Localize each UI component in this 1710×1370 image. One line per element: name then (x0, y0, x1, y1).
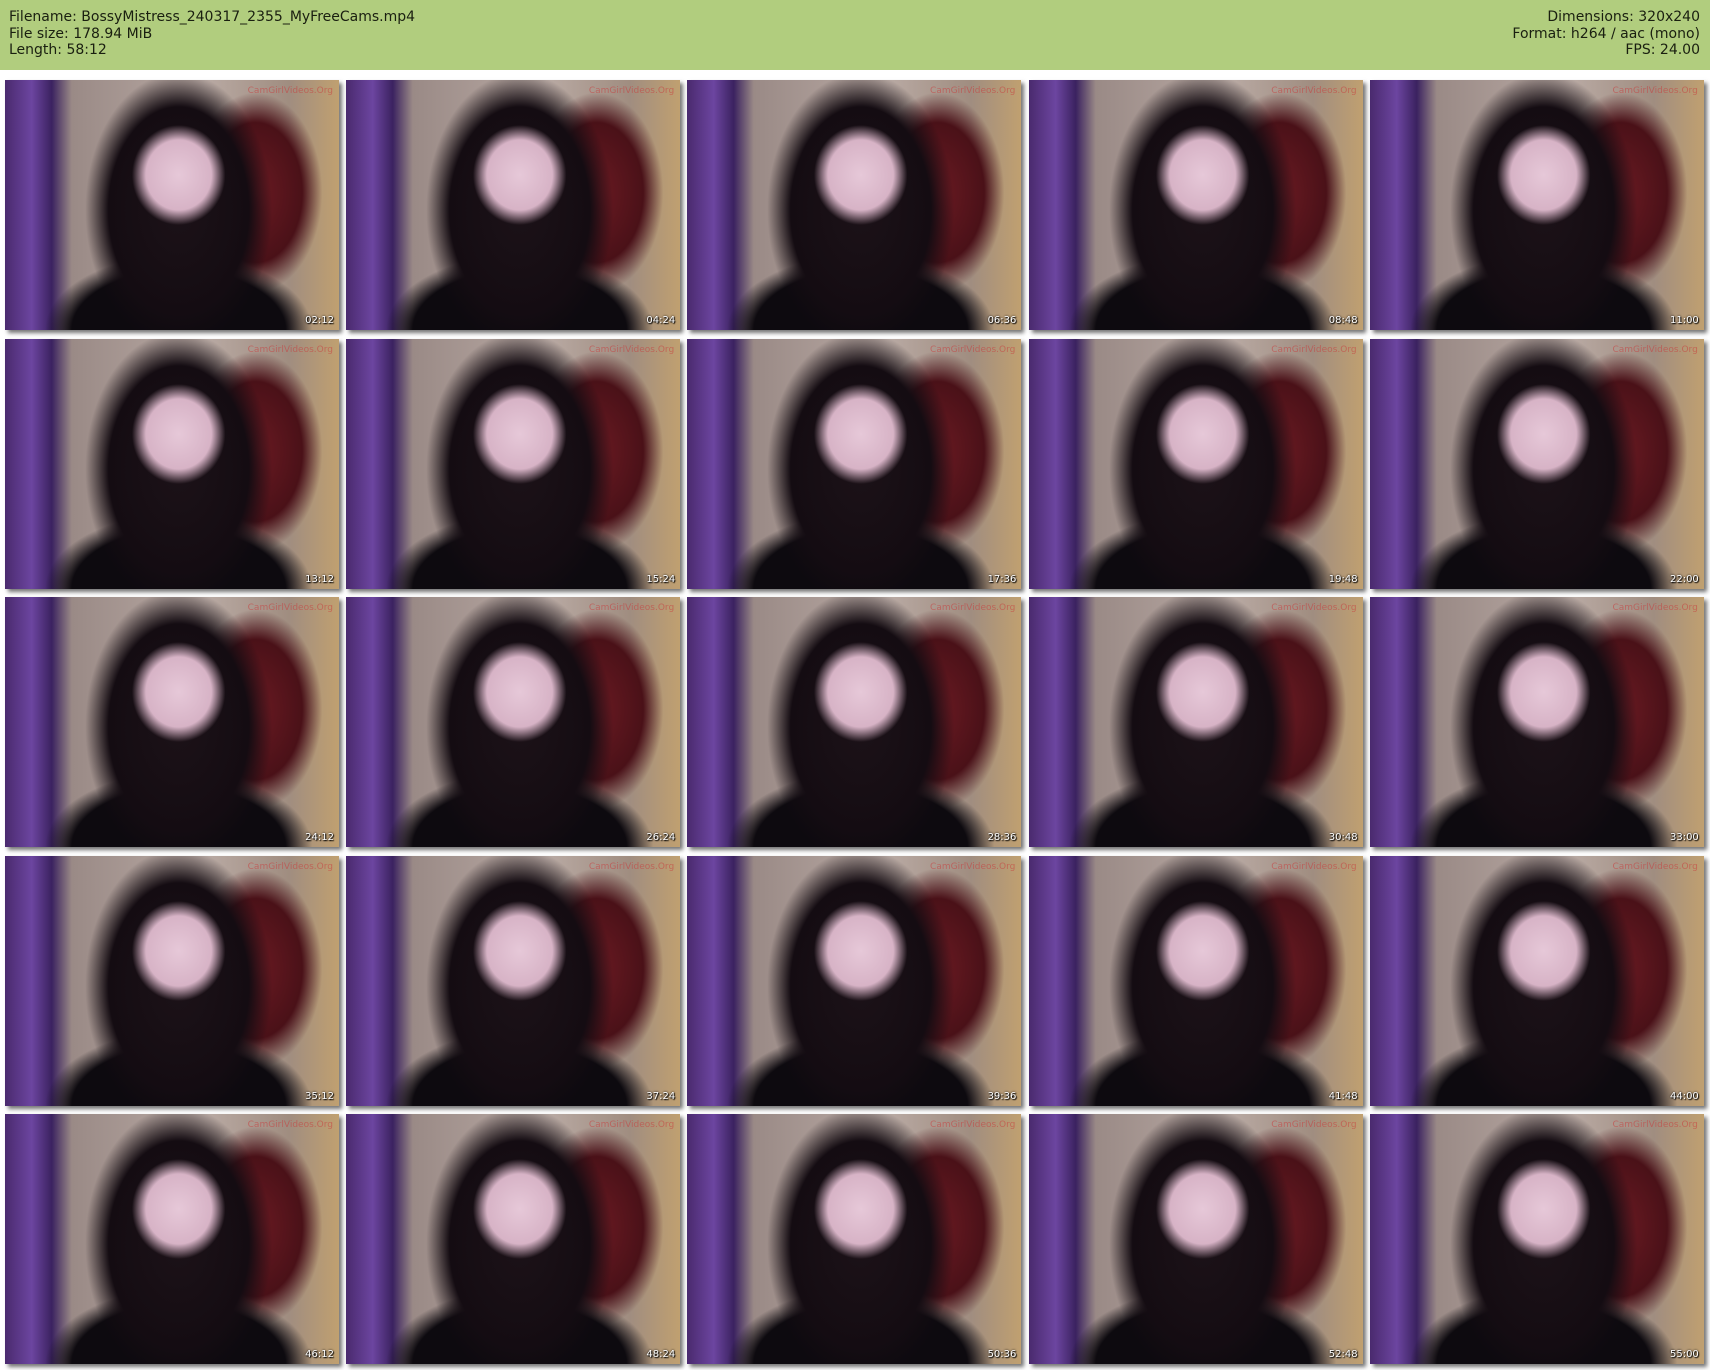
video-thumbnail[interactable]: CamGirlVideos.Org 15:24 (346, 338, 681, 589)
thumbnail-timestamp: 15:24 (646, 573, 676, 585)
thumbnail-timestamp: 11:00 (1669, 315, 1699, 326)
thumbnail-timestamp: 19:48 (1328, 573, 1358, 585)
video-thumbnail[interactable]: CamGirlVideos.Org 55:00 (1369, 1114, 1704, 1364)
video-thumbnail[interactable]: CamGirlVideos.Org 08:48 (1028, 80, 1363, 330)
thumbnail-timestamp: 04:24 (646, 315, 676, 326)
video-thumbnail[interactable]: CamGirlVideos.Org 50:36 (687, 1114, 1022, 1364)
video-thumbnail[interactable]: CamGirlVideos.Org 24:12 (5, 597, 339, 847)
watermark: CamGirlVideos.Org (588, 603, 675, 613)
thumbnail-timestamp: 50:36 (987, 1349, 1017, 1360)
video-thumbnail[interactable]: CamGirlVideos.Org 11:00 (1369, 80, 1704, 330)
thumbnail-timestamp: 35:12 (305, 1090, 334, 1102)
thumbnail-timestamp: 46:12 (305, 1349, 334, 1360)
video-thumbnail[interactable]: CamGirlVideos.Org 30:48 (1028, 597, 1363, 847)
watermark: CamGirlVideos.Org (930, 861, 1016, 872)
thumbnail-timestamp: 26:24 (646, 832, 676, 843)
video-thumbnail[interactable]: CamGirlVideos.Org 39:36 (687, 855, 1022, 1106)
watermark: CamGirlVideos.Org (1271, 603, 1357, 613)
thumbnail-timestamp: 08:48 (1328, 315, 1358, 326)
info-header: Filename: BossyMistress_240317_2355_MyFr… (0, 0, 1710, 70)
thumbnail-timestamp: 44:00 (1669, 1090, 1699, 1102)
watermark: CamGirlVideos.Org (247, 344, 333, 355)
watermark: CamGirlVideos.Org (1612, 1120, 1698, 1130)
video-thumbnail[interactable]: CamGirlVideos.Org 37:24 (346, 855, 681, 1106)
video-thumbnail[interactable]: CamGirlVideos.Org 04:24 (346, 80, 681, 330)
watermark: CamGirlVideos.Org (1612, 344, 1698, 355)
watermark: CamGirlVideos.Org (1271, 861, 1357, 872)
video-thumbnail[interactable]: CamGirlVideos.Org 19:48 (1028, 338, 1363, 589)
length-label: Length: 58:12 (9, 42, 107, 58)
video-thumbnail[interactable]: CamGirlVideos.Org 35:12 (5, 855, 339, 1106)
video-thumbnail[interactable]: CamGirlVideos.Org 44:00 (1369, 855, 1704, 1106)
dimensions-label: Dimensions: 320x240 (1547, 9, 1700, 25)
thumbnail-timestamp: 24:12 (305, 832, 334, 843)
watermark: CamGirlVideos.Org (1271, 1120, 1357, 1130)
video-thumbnail[interactable]: CamGirlVideos.Org 06:36 (687, 80, 1022, 330)
thumbnail-timestamp: 52:48 (1328, 1349, 1358, 1360)
file-info-right: Dimensions: 320x240 Format: h264 / aac (… (1512, 9, 1700, 59)
fps-label: FPS: 24.00 (1625, 42, 1700, 58)
thumbnail-timestamp: 30:48 (1328, 832, 1358, 843)
thumbnail-timestamp: 06:36 (987, 315, 1017, 326)
watermark: CamGirlVideos.Org (1612, 603, 1698, 613)
video-thumbnail[interactable]: CamGirlVideos.Org 22:00 (1369, 338, 1704, 589)
video-thumbnail[interactable]: CamGirlVideos.Org 48:24 (346, 1114, 681, 1364)
video-thumbnail[interactable]: CamGirlVideos.Org 17:36 (687, 338, 1022, 589)
video-thumbnail[interactable]: CamGirlVideos.Org 13:12 (5, 338, 339, 589)
video-thumbnail[interactable]: CamGirlVideos.Org 28:36 (687, 597, 1022, 847)
thumbnail-timestamp: 28:36 (987, 832, 1017, 843)
video-thumbnail[interactable]: CamGirlVideos.Org 33:00 (1369, 597, 1704, 847)
thumbnail-timestamp: 39:36 (987, 1090, 1017, 1102)
thumbnail-timestamp: 41:48 (1328, 1090, 1358, 1102)
watermark: CamGirlVideos.Org (930, 603, 1016, 613)
thumbnail-timestamp: 02:12 (305, 315, 334, 326)
watermark: CamGirlVideos.Org (247, 603, 333, 613)
filename-label: Filename: BossyMistress_240317_2355_MyFr… (9, 9, 416, 25)
watermark: CamGirlVideos.Org (1612, 861, 1698, 872)
watermark: CamGirlVideos.Org (247, 861, 333, 872)
watermark: CamGirlVideos.Org (588, 861, 675, 872)
watermark: CamGirlVideos.Org (247, 1120, 333, 1130)
thumbnail-timestamp: 37:24 (646, 1090, 676, 1102)
thumbnail-timestamp: 17:36 (987, 573, 1017, 585)
watermark: CamGirlVideos.Org (588, 86, 675, 96)
watermark: CamGirlVideos.Org (1271, 86, 1357, 96)
format-label: Format: h264 / aac (mono) (1512, 25, 1700, 42)
watermark: CamGirlVideos.Org (1612, 86, 1698, 96)
video-thumbnail[interactable]: CamGirlVideos.Org 02:12 (5, 80, 339, 330)
watermark: CamGirlVideos.Org (588, 1120, 675, 1130)
file-size-label: File size: 178.94 MiB (9, 25, 153, 42)
watermark: CamGirlVideos.Org (588, 344, 675, 355)
video-thumbnail[interactable]: CamGirlVideos.Org 52:48 (1028, 1114, 1363, 1364)
video-thumbnail[interactable]: CamGirlVideos.Org 46:12 (5, 1114, 339, 1364)
thumbnail-timestamp: 33:00 (1669, 832, 1699, 843)
thumbnail-timestamp: 22:00 (1669, 573, 1699, 585)
thumbnail-timestamp: 48:24 (646, 1349, 676, 1360)
watermark: CamGirlVideos.Org (930, 86, 1016, 96)
thumbnail-timestamp: 13:12 (305, 573, 334, 585)
thumbnail-timestamp: 55:00 (1669, 1349, 1699, 1360)
video-thumbnail[interactable]: CamGirlVideos.Org 41:48 (1028, 855, 1363, 1106)
watermark: CamGirlVideos.Org (247, 86, 333, 96)
file-info-left: Filename: BossyMistress_240317_2355_MyFr… (9, 9, 415, 59)
watermark: CamGirlVideos.Org (930, 1120, 1016, 1130)
watermark: CamGirlVideos.Org (930, 344, 1016, 355)
watermark: CamGirlVideos.Org (1271, 344, 1357, 355)
video-thumbnail[interactable]: CamGirlVideos.Org 26:24 (346, 597, 681, 847)
